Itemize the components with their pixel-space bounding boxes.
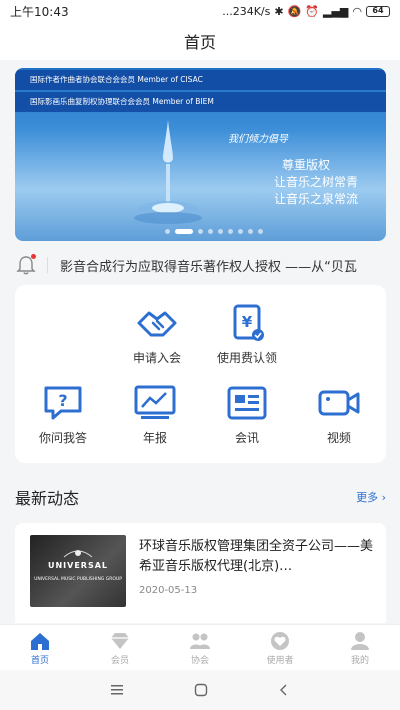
page-title: 首页	[183, 33, 216, 52]
feature-grid: 申请入会 ¥ 使用费认领 ? 你问我答 年报 会讯 视频	[15, 285, 386, 463]
news-title: 环球音乐版权管理集团全资子公司——美希亚音乐版权代理(北京)…	[139, 539, 374, 574]
news-thumbnail: UNIVERSAL UNIVERSAL MUSIC PUBLISHING GRO…	[30, 535, 126, 607]
banner-slogan: 我们倾力倡导 尊重版权 让音乐之树常青 让音乐之泉常流	[228, 130, 358, 208]
apply-membership-button[interactable]: 申请入会	[117, 303, 197, 366]
newsletter-icon	[227, 386, 267, 420]
water-drop-icon	[134, 120, 202, 224]
notice-ticker[interactable]: 影音合成行为应取得音乐著作权人授权 ——从“贝瓦	[15, 252, 386, 278]
svg-text:?: ?	[58, 391, 67, 410]
annual-report-button[interactable]: 年报	[115, 383, 195, 446]
home-square-icon[interactable]	[194, 683, 208, 697]
network-speed: ...234K/s	[222, 4, 271, 18]
carousel-dot[interactable]	[208, 229, 213, 234]
grid-label: 你问我答	[38, 431, 87, 445]
grid-label: 视频	[326, 431, 351, 445]
bell-icon	[15, 254, 37, 276]
diamond-icon	[111, 633, 129, 649]
tab-label: 首页	[30, 656, 49, 666]
video-button[interactable]: 视频	[299, 383, 379, 446]
carousel-indicator	[165, 229, 263, 234]
news-date: 2020-05-13	[139, 585, 198, 596]
section-title: 最新动态	[15, 489, 80, 508]
newsletter-button[interactable]: 会讯	[207, 383, 287, 446]
person-icon	[351, 632, 369, 650]
svg-text:¥: ¥	[242, 313, 253, 331]
title-bar: 首页	[0, 22, 400, 60]
unread-dot	[31, 254, 36, 259]
signal-icon: ▂▄▆	[323, 4, 349, 18]
banner-slogan-line: 让音乐之泉常流	[273, 192, 358, 206]
banner-intro: 我们倾力倡导	[228, 134, 288, 145]
battery-level: 64	[372, 5, 384, 15]
back-icon[interactable]	[278, 683, 290, 697]
carousel-dot[interactable]	[198, 229, 203, 234]
tab-home[interactable]: 首页	[0, 625, 80, 670]
status-indicators: ...234K/s ✱ 🔕 ⏰ ▂▄▆ ◠ 64	[222, 5, 390, 18]
grid-label: 年报	[142, 431, 167, 445]
battery-icon: 64	[366, 5, 390, 17]
tab-label: 会员	[110, 656, 129, 666]
carousel-dot[interactable]	[165, 229, 170, 234]
banner-slogan-line: 让音乐之树常青	[273, 175, 358, 189]
carousel-dot[interactable]	[238, 229, 243, 234]
fee-claim-icon: ¥	[233, 304, 264, 341]
carousel-dot[interactable]	[175, 229, 193, 234]
handshake-icon	[137, 311, 177, 337]
more-link[interactable]: 更多 ›	[356, 489, 386, 505]
faq-button[interactable]: ? 你问我答	[23, 383, 103, 446]
news-item[interactable]: UNIVERSAL UNIVERSAL MUSIC PUBLISHING GRO…	[15, 523, 386, 623]
carousel-dot[interactable]	[248, 229, 253, 234]
banner-membership-biem: 国际影画乐曲复制权协理联合会会员 Member of BIEM	[15, 92, 386, 112]
heart-icon	[271, 632, 289, 650]
thumb-logo: UNIVERSAL	[47, 561, 109, 570]
fee-claim-button[interactable]: ¥ 使用费认领	[207, 303, 287, 366]
mute-icon: 🔕	[287, 4, 302, 18]
banner-slogan-line: 尊重版权	[281, 158, 330, 172]
latest-news-header: 最新动态 更多 ›	[15, 485, 386, 509]
system-nav-bar	[0, 670, 400, 710]
tab-label: 使用者	[266, 656, 294, 666]
bluetooth-icon: ✱	[274, 4, 284, 18]
status-time: 上午10:43	[10, 4, 69, 19]
chart-board-icon	[134, 385, 176, 419]
bottom-tab-bar: 首页 会员 协会 使用者 我的	[0, 624, 400, 670]
wifi-icon: ◠	[352, 4, 362, 18]
tab-user[interactable]: 使用者	[240, 625, 320, 670]
tab-label: 协会	[190, 656, 209, 666]
notice-text[interactable]: 影音合成行为应取得音乐著作权人授权 ——从“贝瓦	[60, 256, 386, 275]
status-bar: 上午10:43 ...234K/s ✱ 🔕 ⏰ ▂▄▆ ◠ 64	[0, 0, 400, 22]
carousel-dot[interactable]	[228, 229, 233, 234]
carousel-dot[interactable]	[218, 229, 223, 234]
home-icon	[31, 633, 49, 650]
group-icon	[190, 633, 210, 649]
tab-association[interactable]: 协会	[160, 625, 240, 670]
globe-logo-icon	[63, 550, 93, 558]
video-camera-icon	[318, 390, 360, 416]
menu-icon[interactable]	[110, 684, 124, 696]
carousel-dot[interactable]	[258, 229, 263, 234]
tab-member[interactable]: 会员	[80, 625, 160, 670]
alarm-icon: ⏰	[305, 4, 319, 18]
thumb-logo-sub: UNIVERSAL MUSIC PUBLISHING GROUP	[34, 577, 122, 582]
tab-label: 我的	[350, 656, 369, 666]
grid-label: 申请入会	[132, 351, 181, 365]
grid-label: 会讯	[234, 431, 259, 445]
grid-label: 使用费认领	[216, 351, 277, 365]
question-bubble-icon: ?	[44, 386, 82, 420]
tab-mine[interactable]: 我的	[320, 625, 400, 670]
banner-membership-cisac: 国际作者作曲者协会联合会会员 Member of CISAC	[15, 70, 386, 90]
banner-carousel[interactable]: 国际作者作曲者协会联合会会员 Member of CISAC 国际影画乐曲复制权…	[15, 68, 386, 241]
divider	[47, 257, 48, 273]
